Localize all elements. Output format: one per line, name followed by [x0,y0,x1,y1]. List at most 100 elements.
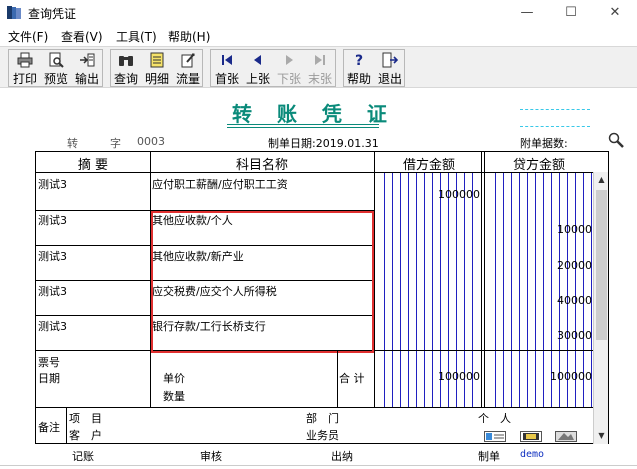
row4-credit[interactable]: 40000 [522,294,592,307]
divider-account [374,152,375,407]
quantity-label: 数量 [163,390,185,403]
minimize-button[interactable]: — [512,2,542,24]
menu-tools[interactable]: 工具(T) [116,28,157,45]
menu-bar: 文件(F) 查看(V) 工具(T) 帮助(H) [0,26,637,46]
card-icon-1[interactable] [484,431,506,442]
row1-account[interactable]: 应付职工薪酬/应付职工工资 [152,176,288,192]
menu-view[interactable]: 查看(V) [61,28,103,45]
dash-line-top [520,109,590,110]
prev-page-icon [254,55,261,65]
query-voucher-window: 查询凭证 — ☐ ✕ 文件(F) 查看(V) 工具(T) 帮助(H) 打印 预览… [0,0,637,469]
title-bar: 查询凭证 — ☐ ✕ [0,0,637,26]
card-icon-3[interactable] [555,431,577,442]
header-summary: 摘 要 [77,158,109,173]
attachment-count-label: 附单据数: [520,137,568,150]
header-account: 科目名称 [235,158,288,173]
preview-label: 预览 [43,72,68,86]
next-label: 下张 [276,72,301,86]
prev-label: 上张 [245,72,270,86]
export-button[interactable]: 输出 [72,50,102,86]
scroll-up-icon[interactable]: ▲ [594,172,609,188]
toolbar-group-help: ? 帮助 退出 [343,49,405,87]
window-title: 查询凭证 [28,7,77,21]
row2-summary[interactable]: 测试3 [38,212,67,228]
row5-summary[interactable]: 测试3 [38,318,67,334]
exit-button[interactable]: 退出 [375,50,405,86]
first-button[interactable]: 首张 [212,50,242,86]
menu-help[interactable]: 帮助(H) [168,28,210,45]
department-label: 部 门 [306,412,339,425]
prev-button[interactable]: 上张 [243,50,273,86]
divider-debit [481,152,482,407]
first-label: 首张 [214,72,239,86]
table-scrollbar[interactable]: ▲ ▼ [593,172,608,444]
scroll-down-icon[interactable]: ▼ [594,428,609,444]
salesman-label: 业务员 [306,429,339,442]
highlight-box [151,211,374,353]
title-underline-2 [227,127,379,128]
header-credit: 贷方金额 [512,158,565,173]
row5-credit[interactable]: 30000 [522,329,592,342]
person-label: 个 人 [478,412,511,425]
customer-label: 客 户 [69,429,102,442]
date-label: 制单日期: [268,137,316,150]
export-icon [80,53,95,67]
maker-name: demo [520,449,545,460]
total-debit: 100000 [438,370,480,383]
detail-button[interactable]: 明细 [142,50,172,86]
row3-credit[interactable]: 20000 [522,259,592,272]
card-icon-2[interactable] [520,431,542,442]
title-underline-1 [227,124,379,125]
row3-summary[interactable]: 测试3 [38,248,67,264]
row4-summary[interactable]: 测试3 [38,283,67,299]
toolbar-group-navigation: 首张 上张 下张 末张 [210,49,336,87]
totals-bottom-line [36,407,608,408]
close-button[interactable]: ✕ [600,2,630,24]
header-bottom-line [36,172,608,173]
help-button[interactable]: ? 帮助 [344,50,374,86]
exit-door-icon [382,52,398,68]
voucher-table: 摘 要 科目名称 借方金额 贷方金额 测试3 应付职工薪酬/应付职工工资 100… [35,151,609,444]
menu-file[interactable]: 文件(F) [8,28,48,45]
detail-label: 明细 [144,72,169,86]
row1-debit[interactable]: 100000 [410,188,480,201]
help-label: 帮助 [346,72,371,86]
notes-divider [66,407,67,444]
flow-icon [181,53,195,68]
question-icon: ? [355,53,363,68]
scroll-thumb[interactable] [596,190,607,340]
export-label: 输出 [74,72,99,86]
query-button[interactable]: 查询 [111,50,141,86]
toolbar: 打印 预览 输出 查询 明细 流量 首张 上张 下张 末张 ? 帮助 退出 [0,46,637,88]
exit-label: 退出 [377,72,402,86]
preview-button[interactable]: 预览 [41,50,71,86]
dash-line-bottom [520,126,590,127]
next-button[interactable]: 下张 [274,50,304,86]
magnifier-icon[interactable] [608,132,624,148]
maximize-button[interactable]: ☐ [556,2,586,24]
toolbar-group-output: 打印 预览 输出 [8,49,103,87]
voucher-title: 转 账 凭 证 [232,102,396,126]
print-button[interactable]: 打印 [10,50,40,86]
app-ledger-icon [7,6,21,19]
row1-summary[interactable]: 测试3 [38,176,67,192]
binoculars-icon [119,56,133,66]
voucher-type[interactable]: 转 [67,135,78,151]
detail-icon [150,52,164,68]
toolbar-group-query: 查询 明细 流量 [110,49,203,87]
flow-button[interactable]: 流量 [173,50,203,86]
date-value[interactable]: 2019.01.31 [316,137,379,150]
totals-divider [337,350,338,407]
next-page-icon [286,55,293,65]
cashier-label: 出纳 [331,450,353,463]
project-label: 项 目 [69,412,102,425]
print-label: 打印 [12,72,37,86]
voucher-zi-label: 字 [110,137,121,150]
last-button[interactable]: 末张 [305,50,335,86]
voucher-number[interactable]: 0003 [137,135,165,148]
row2-credit[interactable]: 10000 [522,223,592,236]
bookkeeping-label: 记账 [72,450,94,463]
flow-label: 流量 [175,72,200,86]
preview-icon [49,52,64,68]
divider-debit-2 [484,152,485,407]
